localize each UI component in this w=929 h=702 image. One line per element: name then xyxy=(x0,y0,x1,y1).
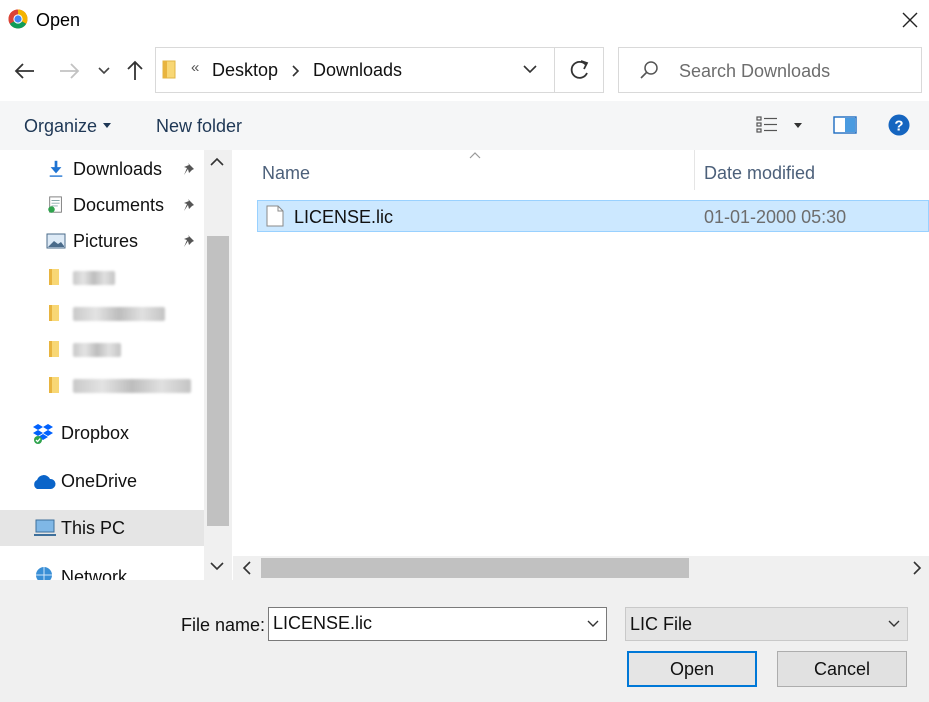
blurred-label xyxy=(73,271,115,285)
nav-item-folder-blurred[interactable] xyxy=(0,331,204,367)
breadcrumb-downloads[interactable]: Downloads xyxy=(313,60,402,81)
back-arrow-icon[interactable] xyxy=(12,60,36,82)
download-arrow-icon xyxy=(49,160,63,177)
open-button[interactable]: Open xyxy=(627,651,757,687)
address-dropdown-icon[interactable] xyxy=(522,61,538,77)
nav-item-onedrive[interactable]: OneDrive xyxy=(0,463,204,499)
pin-icon[interactable] xyxy=(182,233,198,249)
horizontal-scrollbar[interactable] xyxy=(233,556,929,580)
folder-icon xyxy=(49,305,59,321)
search-box[interactable]: Search Downloads xyxy=(618,47,922,93)
nav-item-folder-blurred[interactable] xyxy=(0,367,204,403)
blurred-label xyxy=(73,379,191,393)
file-type-select[interactable]: LIC File xyxy=(625,607,908,641)
dialog-footer: File name: LICENSE.lic LIC File Open Can… xyxy=(0,580,929,702)
search-input[interactable]: Search Downloads xyxy=(679,61,830,82)
refresh-icon[interactable] xyxy=(556,48,604,92)
nav-label: Dropbox xyxy=(61,423,130,443)
dropbox-icon xyxy=(33,424,53,444)
file-name-value: LICENSE.lic xyxy=(273,613,373,633)
nav-item-this-pc[interactable]: This PC xyxy=(0,510,204,546)
scroll-up-icon[interactable] xyxy=(208,152,226,172)
folder-icon xyxy=(49,341,59,357)
file-icon xyxy=(266,205,284,227)
address-bar[interactable]: « Desktop Downloads xyxy=(155,47,604,93)
blurred-label xyxy=(73,307,165,321)
computer-icon xyxy=(34,519,56,536)
nav-item-dropbox[interactable]: Dropbox xyxy=(0,415,204,451)
nav-item-pictures[interactable]: Pictures xyxy=(0,223,204,259)
cancel-button[interactable]: Cancel xyxy=(777,651,907,687)
nav-label: Documents xyxy=(73,195,165,215)
date-modified-cell: 01-01-2000 05:30 xyxy=(704,207,847,227)
breadcrumb-separator-icon[interactable] xyxy=(291,64,301,78)
nav-label: Network xyxy=(61,567,128,580)
window-title: Open xyxy=(36,10,81,30)
nav-scrollbar-thumb[interactable] xyxy=(207,236,229,526)
nav-item-network[interactable]: Network xyxy=(0,559,204,580)
close-icon[interactable] xyxy=(896,6,924,34)
caret-down-icon[interactable] xyxy=(103,123,111,128)
file-type-value: LIC File xyxy=(630,614,693,634)
nav-label: OneDrive xyxy=(61,471,138,491)
help-icon[interactable]: ? xyxy=(888,114,910,136)
file-list: Name Date modified LICENSE.lic 01-01-200… xyxy=(233,150,929,556)
file-name-label: File name: xyxy=(181,615,266,635)
folder-icon xyxy=(162,60,176,79)
breadcrumb-desktop[interactable]: Desktop xyxy=(212,60,278,81)
scroll-right-icon[interactable] xyxy=(909,559,925,577)
onedrive-icon xyxy=(34,475,56,489)
details-view-icon[interactable] xyxy=(756,115,778,135)
command-bar: Organize New folder ? xyxy=(0,101,929,150)
column-header-date-modified[interactable]: Date modified xyxy=(704,163,815,184)
view-caret-icon[interactable] xyxy=(794,123,802,128)
recent-locations-chevron-icon[interactable] xyxy=(97,65,111,77)
blurred-label xyxy=(73,343,121,357)
nav-label: This PC xyxy=(61,518,126,538)
pin-icon[interactable] xyxy=(182,197,198,213)
nav-item-downloads[interactable]: Downloads xyxy=(0,151,204,187)
network-icon xyxy=(36,567,52,580)
scroll-left-icon[interactable] xyxy=(239,559,255,577)
title-bar: Open xyxy=(0,0,929,40)
new-folder-button[interactable]: New folder xyxy=(156,116,242,137)
pin-icon[interactable] xyxy=(182,161,198,177)
horizontal-scrollbar-thumb[interactable] xyxy=(261,558,689,578)
sort-ascending-icon xyxy=(469,152,481,159)
nav-item-folder-blurred[interactable] xyxy=(0,259,204,295)
nav-label: Downloads xyxy=(73,159,163,179)
divider xyxy=(554,48,555,92)
overflow-marker[interactable]: « xyxy=(191,59,199,76)
search-icon xyxy=(640,61,658,79)
nav-item-folder-blurred[interactable] xyxy=(0,295,204,331)
documents-icon xyxy=(48,196,62,213)
preview-pane-icon[interactable] xyxy=(833,115,857,135)
organize-button[interactable]: Organize xyxy=(24,116,97,137)
pictures-icon xyxy=(46,233,66,249)
column-header-name[interactable]: Name xyxy=(262,163,310,184)
navigation-pane: Downloads Documents Pictures Dropbox One… xyxy=(0,150,232,580)
nav-label: Pictures xyxy=(73,231,139,251)
forward-arrow-icon[interactable] xyxy=(58,60,82,82)
nav-item-documents[interactable]: Documents xyxy=(0,187,204,223)
file-type-dropdown-icon[interactable] xyxy=(886,616,902,632)
table-row[interactable]: LICENSE.lic 01-01-2000 05:30 xyxy=(257,200,929,232)
file-name-cell: LICENSE.lic xyxy=(294,207,394,227)
column-divider[interactable] xyxy=(694,150,695,190)
folder-icon xyxy=(49,377,59,393)
folder-icon xyxy=(49,269,59,285)
scroll-down-icon[interactable] xyxy=(208,556,226,576)
up-arrow-icon[interactable] xyxy=(124,58,146,82)
svg-text:?: ? xyxy=(894,118,903,135)
chrome-icon xyxy=(8,9,28,29)
file-name-input[interactable]: LICENSE.lic xyxy=(268,607,607,641)
file-name-dropdown-icon[interactable] xyxy=(585,616,601,632)
